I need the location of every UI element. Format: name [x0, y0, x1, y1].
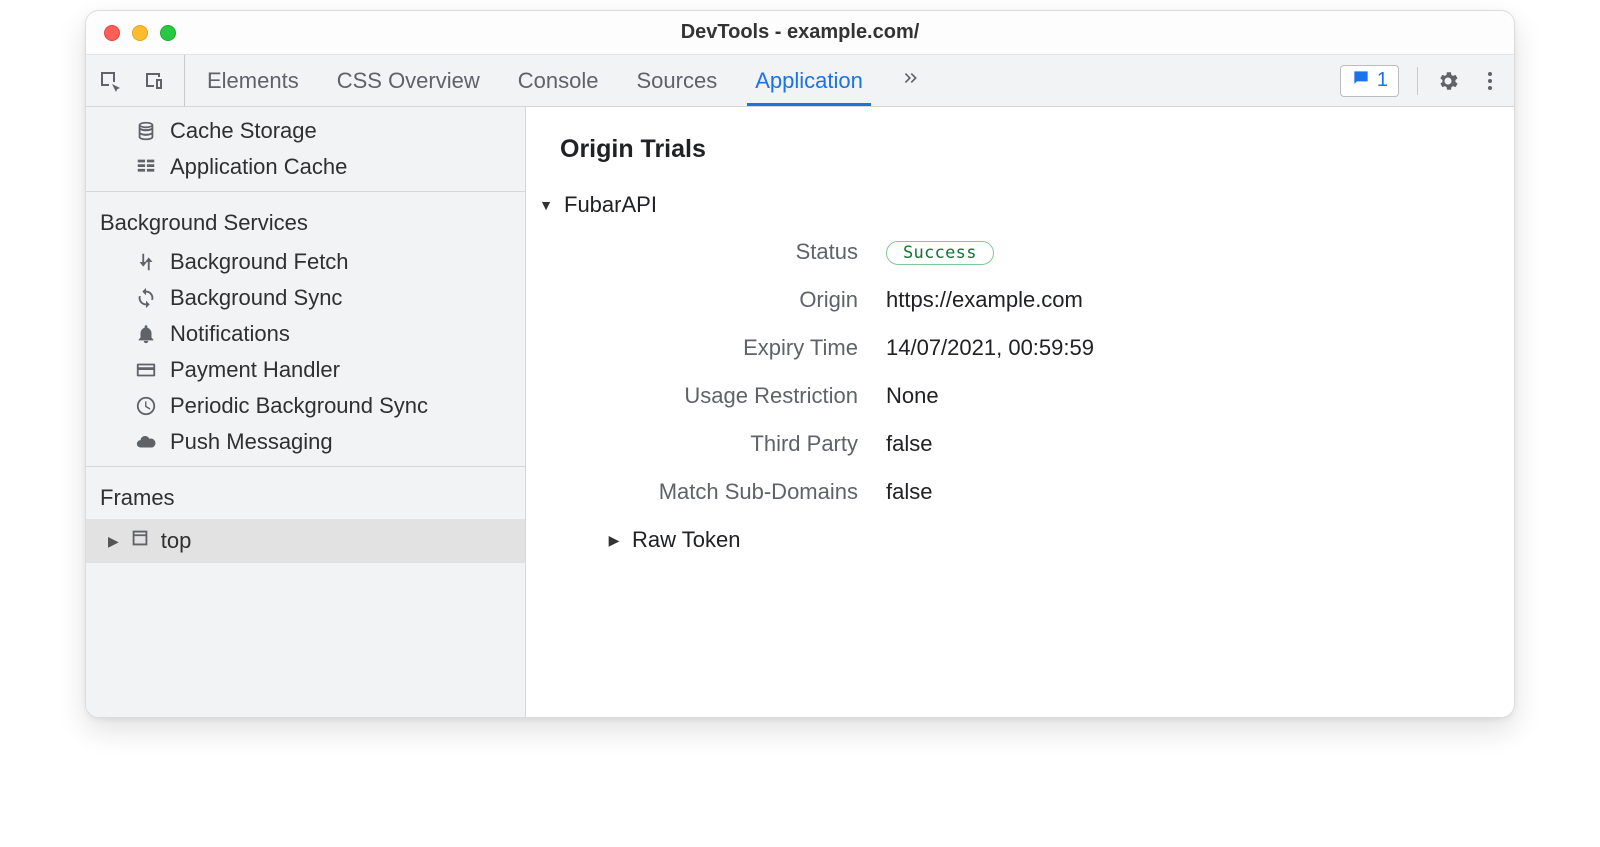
inspect-element-icon[interactable] — [98, 69, 122, 93]
label-usage-restriction: Usage Restriction — [606, 383, 886, 409]
cloud-icon — [134, 430, 158, 454]
frame-item-top[interactable]: ▶ top — [86, 519, 525, 563]
sidebar-item-background-fetch[interactable]: Background Fetch — [86, 244, 525, 280]
sidebar-item-label: Notifications — [170, 321, 290, 347]
sync-icon — [134, 286, 158, 310]
background-services-section: Background Services Background Fetch Bac… — [86, 192, 525, 467]
frame-label: top — [161, 528, 192, 554]
label-origin: Origin — [606, 287, 886, 313]
sidebar-item-application-cache[interactable]: Application Cache — [86, 149, 525, 185]
devtools-body: Cache Storage Application Cache Backgrou… — [86, 107, 1514, 717]
tab-label: Console — [518, 68, 599, 94]
database-icon — [134, 119, 158, 143]
devtools-tabbar: Elements CSS Overview Console Sources Ap… — [86, 55, 1514, 107]
chevron-double-right-icon — [901, 68, 921, 94]
application-sidebar: Cache Storage Application Cache Backgrou… — [86, 107, 526, 717]
tab-overflow[interactable] — [901, 55, 921, 106]
tab-elements[interactable]: Elements — [207, 55, 299, 106]
window-title: DevTools - example.com/ — [681, 21, 920, 44]
tab-label: Application — [755, 68, 863, 94]
value-third-party: false — [886, 431, 932, 457]
close-window-button[interactable] — [104, 25, 120, 41]
label-match-sub-domains: Match Sub-Domains — [606, 479, 886, 505]
triangle-down-icon: ▼ — [538, 197, 554, 213]
sidebar-item-push-messaging[interactable]: Push Messaging — [86, 424, 525, 460]
transfer-icon — [134, 250, 158, 274]
trial-details: Status Success Origin https://example.co… — [606, 238, 1480, 505]
sidebar-item-label: Push Messaging — [170, 429, 333, 455]
sidebar-item-cache-storage[interactable]: Cache Storage — [86, 113, 525, 149]
tab-label: Sources — [636, 68, 717, 94]
triangle-right-icon: ▶ — [606, 532, 622, 549]
sidebar-item-label: Application Cache — [170, 154, 347, 180]
devtools-tabs: Elements CSS Overview Console Sources Ap… — [207, 55, 921, 106]
frames-section: Frames ▶ top — [86, 467, 525, 717]
grid-icon — [134, 155, 158, 179]
label-status: Status — [606, 239, 886, 265]
sidebar-item-payment-handler[interactable]: Payment Handler — [86, 352, 525, 388]
sidebar-item-label: Periodic Background Sync — [170, 393, 428, 419]
trial-row[interactable]: ▼ FubarAPI — [538, 192, 1480, 218]
tab-console[interactable]: Console — [518, 55, 599, 106]
raw-token-row[interactable]: ▶ Raw Token — [606, 527, 1480, 553]
sidebar-item-notifications[interactable]: Notifications — [86, 316, 525, 352]
credit-card-icon — [134, 358, 158, 382]
minimize-window-button[interactable] — [132, 25, 148, 41]
devtools-window: DevTools - example.com/ Elements CSS Ove… — [85, 10, 1515, 718]
bell-icon — [134, 322, 158, 346]
message-icon — [1351, 68, 1371, 94]
raw-token-label: Raw Token — [632, 527, 740, 553]
sidebar-item-background-sync[interactable]: Background Sync — [86, 280, 525, 316]
sidebar-item-label: Background Fetch — [170, 249, 349, 275]
section-heading: Background Services — [86, 198, 525, 244]
trial-name: FubarAPI — [564, 192, 657, 218]
kebab-menu-icon[interactable] — [1478, 69, 1502, 93]
window-controls — [104, 25, 176, 41]
sidebar-item-label: Payment Handler — [170, 357, 340, 383]
tab-sources[interactable]: Sources — [636, 55, 717, 106]
panel-heading: Origin Trials — [560, 135, 1480, 164]
value-origin: https://example.com — [886, 287, 1083, 313]
settings-icon[interactable] — [1436, 69, 1460, 93]
device-toolbar-icon[interactable] — [142, 69, 166, 93]
sidebar-item-label: Cache Storage — [170, 118, 317, 144]
section-heading: Frames — [86, 473, 525, 519]
value-expiry: 14/07/2021, 00:59:59 — [886, 335, 1094, 361]
divider — [1417, 67, 1418, 95]
status-badge: Success — [886, 241, 994, 265]
issues-badge[interactable]: 1 — [1340, 65, 1399, 97]
triangle-right-icon: ▶ — [108, 533, 119, 550]
value-match-sub-domains: false — [886, 479, 932, 505]
tab-application[interactable]: Application — [755, 55, 863, 106]
sidebar-item-periodic-background-sync[interactable]: Periodic Background Sync — [86, 388, 525, 424]
clock-icon — [134, 394, 158, 418]
label-expiry: Expiry Time — [606, 335, 886, 361]
tab-label: CSS Overview — [337, 68, 480, 94]
label-third-party: Third Party — [606, 431, 886, 457]
origin-trials-panel: Origin Trials ▼ FubarAPI Status Success … — [526, 107, 1514, 717]
tab-label: Elements — [207, 68, 299, 94]
cache-section: Cache Storage Application Cache — [86, 107, 525, 192]
maximize-window-button[interactable] — [160, 25, 176, 41]
sidebar-item-label: Background Sync — [170, 285, 342, 311]
titlebar: DevTools - example.com/ — [86, 11, 1514, 55]
issues-count: 1 — [1377, 69, 1388, 92]
tab-css-overview[interactable]: CSS Overview — [337, 55, 480, 106]
frame-icon — [129, 527, 151, 555]
value-usage-restriction: None — [886, 383, 939, 409]
